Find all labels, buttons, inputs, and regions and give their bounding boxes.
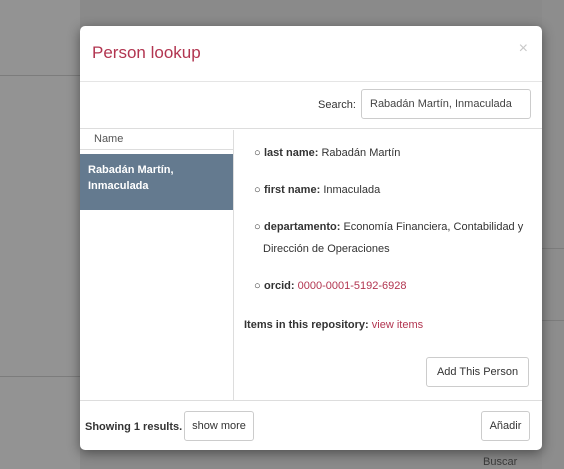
detail-last-name: ○ last name: Rabadán Martín: [254, 142, 534, 164]
anadir-button[interactable]: Añadir: [481, 411, 530, 441]
background-divider: [0, 376, 80, 377]
background-buscar-label: Buscar: [483, 456, 518, 468]
person-lookup-modal: Person lookup × Search: Name Rabadán Mar…: [80, 26, 542, 450]
background-divider: [542, 320, 564, 321]
detail-orcid: ○ orcid: 0000-0001-5192-6928: [254, 275, 534, 297]
bullet-icon: ○: [254, 221, 261, 233]
background-divider: [542, 248, 564, 249]
orcid-label: orcid:: [264, 280, 295, 292]
add-this-person-button[interactable]: Add This Person: [426, 357, 529, 387]
list-header-label: Name: [94, 133, 124, 145]
background-divider: [0, 75, 80, 76]
list-item-line2: Inmaculada: [88, 180, 149, 192]
modal-title: Person lookup: [92, 43, 201, 62]
results-count: Showing 1 results.: [85, 421, 183, 433]
first-name-value: Inmaculada: [323, 184, 381, 196]
list-header: Name: [80, 130, 233, 150]
bullet-icon: ○: [254, 280, 261, 292]
search-input[interactable]: [361, 89, 531, 119]
show-more-button[interactable]: show more: [184, 411, 254, 441]
items-in-repository: Items in this repository: view items: [244, 319, 423, 331]
close-icon[interactable]: ×: [519, 40, 528, 58]
detail-first-name: ○ first name: Inmaculada: [254, 179, 534, 201]
results-list: Name Rabadán Martín, Inmaculada: [80, 130, 234, 400]
view-items-link[interactable]: view items: [372, 319, 423, 331]
search-row: Search:: [80, 82, 542, 129]
first-name-label: first name:: [264, 184, 321, 196]
items-label: Items in this repository:: [244, 319, 369, 331]
modal-footer: Showing 1 results. show more Añadir: [80, 400, 542, 451]
modal-header: Person lookup ×: [80, 26, 542, 82]
departamento-value-2: Dirección de Operaciones: [263, 243, 390, 255]
background-left-panel: [0, 0, 80, 469]
last-name-label: last name:: [264, 147, 319, 159]
departamento-label: departamento:: [264, 221, 341, 233]
bullet-icon: ○: [254, 184, 261, 196]
list-item-line1: Rabadán Martín,: [88, 164, 174, 176]
departamento-value-1: Economía Financiera, Contabilidad y: [343, 221, 524, 233]
last-name-value: Rabadán Martín: [321, 147, 401, 159]
detail-departamento: ○ departamento: Economía Financiera, Cont…: [254, 216, 534, 260]
search-label: Search:: [318, 99, 356, 111]
bullet-icon: ○: [254, 147, 261, 159]
background-right-panel: [542, 0, 564, 469]
orcid-link[interactable]: 0000-0001-5192-6928: [298, 280, 407, 292]
list-item-selected[interactable]: Rabadán Martín, Inmaculada: [80, 154, 233, 210]
